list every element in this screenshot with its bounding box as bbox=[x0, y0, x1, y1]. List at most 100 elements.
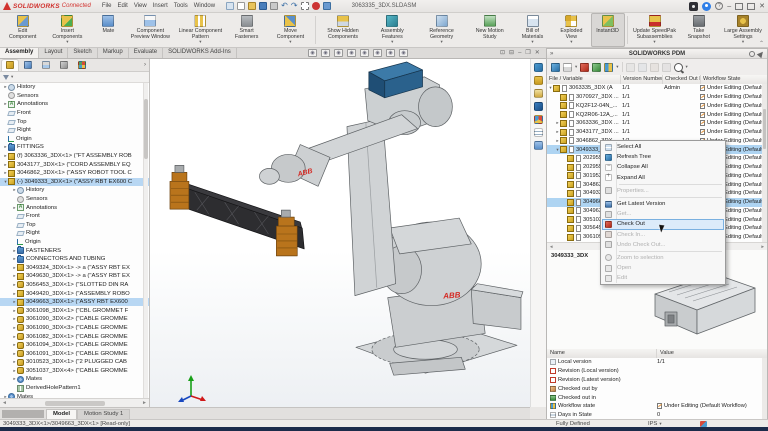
tab-assembly[interactable]: Assembly bbox=[0, 48, 39, 58]
tree-item-annotations[interactable]: ▸AAnnotations bbox=[0, 203, 149, 212]
tree-item-3046862-3dx-1-assy-ro[interactable]: ▸3046862_3DX<1> ("ASSY ROBOT TOOL C bbox=[0, 169, 149, 178]
units-selector[interactable]: IPS ▾ bbox=[648, 421, 662, 427]
menu-insert[interactable]: Insert bbox=[153, 3, 168, 9]
checkin-icon[interactable] bbox=[592, 63, 601, 72]
dropdown-caret-icon[interactable]: ▾ bbox=[686, 64, 688, 70]
dropdown-caret-icon[interactable]: ▾ bbox=[616, 64, 618, 70]
tree-item-3049663-3dx-1-assy-rb[interactable]: ▸3049663_3DX<1> ("ASSY RBT EX600 bbox=[0, 298, 149, 307]
tree-item-fasteners[interactable]: ▸FASTENERS bbox=[0, 246, 149, 255]
menu-item-select-all[interactable]: Select All bbox=[602, 142, 724, 152]
ribbon-button-linear-component-pattern[interactable]: Linear Component Pattern▾ bbox=[175, 13, 225, 47]
doc-maximize-icon[interactable]: ❒ bbox=[525, 49, 530, 58]
tree-item-mates[interactable]: ▸Mates bbox=[0, 375, 149, 384]
zoom-area-icon[interactable]: ◉ bbox=[321, 49, 330, 57]
doc-minimize-icon[interactable]: – bbox=[518, 49, 521, 58]
tree-item-origin[interactable]: Origin bbox=[0, 135, 149, 144]
property-row-local-version[interactable]: Local version1/1 bbox=[547, 358, 762, 367]
pdm-scroll-left-icon[interactable]: ◄ bbox=[549, 244, 553, 249]
tree-horizontal-scrollbar[interactable]: ◄ ► bbox=[0, 398, 149, 407]
menu-window[interactable]: Window bbox=[194, 3, 215, 9]
ribbon-button-move-component[interactable]: Move Component▾ bbox=[268, 13, 313, 47]
tree-item-3049420-3dx-1-assembl[interactable]: ▸3049420_3DX<1> ("ASSEMBLY ROBO bbox=[0, 289, 149, 298]
panel-tab-displaymanager[interactable] bbox=[74, 60, 90, 71]
copy-icon[interactable] bbox=[563, 63, 572, 72]
panel-options-icon[interactable] bbox=[749, 51, 755, 57]
record-icon[interactable] bbox=[312, 2, 320, 10]
checkout-icon[interactable] bbox=[580, 63, 589, 72]
view-orientation-icon[interactable]: ◉ bbox=[347, 49, 356, 57]
tab-solidworks-add-ins[interactable]: SOLIDWORKS Add-Ins bbox=[163, 48, 237, 58]
tab-layout[interactable]: Layout bbox=[39, 48, 68, 58]
appearance-icon[interactable]: ◉ bbox=[386, 49, 395, 57]
hscroll-thumb[interactable] bbox=[45, 401, 105, 406]
tree-item-top[interactable]: Top bbox=[0, 221, 149, 230]
redo-icon[interactable]: ↷ bbox=[291, 2, 298, 10]
properties-icon[interactable] bbox=[534, 128, 543, 137]
tree-item-connectors-and-tubing[interactable]: ▸CONNECTORS AND TUBING bbox=[0, 255, 149, 264]
tree-scroll-thumb[interactable] bbox=[144, 99, 148, 159]
tree-item-sensors[interactable]: Sensors bbox=[0, 92, 149, 101]
panel-expand-icon[interactable]: » bbox=[550, 51, 553, 57]
tree-item-3010523-3dx-1-2-plugg[interactable]: ▸3010523_3DX<1> ("2 PLUGGED CAB bbox=[0, 358, 149, 367]
select-icon[interactable] bbox=[301, 2, 309, 10]
variables-scrollbar[interactable] bbox=[762, 358, 767, 419]
state-icon[interactable] bbox=[604, 63, 613, 72]
doc-close-icon[interactable]: ✕ bbox=[535, 49, 540, 58]
pdm-row-3043177-3dx[interactable]: ▸3043177_3DX ...1/1Under Editing (Defaul… bbox=[547, 128, 762, 137]
column-header-workflow-state[interactable]: Workflow State bbox=[701, 75, 767, 84]
tree-item-3061091-3dx-1-cable-g[interactable]: ▸3061091_3DX<1> ("CABLE GROMME bbox=[0, 349, 149, 358]
tree-item-3061090-3dx-3-cable-g[interactable]: ▸3061090_3DX<3> ("CABLE GROMME bbox=[0, 324, 149, 333]
tree-item-right[interactable]: Right bbox=[0, 126, 149, 135]
avatar[interactable] bbox=[702, 2, 711, 11]
new-document-icon[interactable] bbox=[237, 2, 245, 10]
tree-item-f-3063336-3dx-1-ft[interactable]: ▸(f) 3063336_3DX<1> ("FT ASSEMBLY ROB bbox=[0, 152, 149, 161]
pdm-row-kq2f12-04n[interactable]: KQ2F12-04N_...1/1Under Editing (Default … bbox=[547, 102, 762, 111]
ribbon-button-bill-of-materials[interactable]: Bill of Materials▾ bbox=[513, 13, 552, 47]
model-tab-motion-study-1[interactable]: Motion Study 1 bbox=[77, 409, 130, 419]
model-tab-model[interactable]: Model bbox=[46, 409, 77, 419]
tree-item-derivedholepattern1[interactable]: DerivedHolePattern1 bbox=[0, 384, 149, 393]
panel-tab-configurationmanager[interactable] bbox=[38, 60, 54, 71]
resources-icon[interactable] bbox=[534, 63, 543, 72]
doc-cascade-icon[interactable]: ⊟ bbox=[509, 49, 514, 58]
menu-item-expand-all[interactable]: Expand All bbox=[602, 173, 724, 183]
minimize-button[interactable]: – bbox=[727, 2, 731, 11]
pane-icon[interactable] bbox=[323, 2, 331, 10]
ribbon-button-edit-component[interactable]: Edit Component bbox=[2, 13, 43, 47]
tree-item-origin[interactable]: Origin bbox=[0, 238, 149, 247]
display-style-icon[interactable]: ◉ bbox=[360, 49, 369, 57]
pdm-row-3063335-3dx-a[interactable]: ▾3063335_3DX (A1/1AdminUnder Editing (De… bbox=[547, 84, 762, 93]
open-icon[interactable] bbox=[248, 2, 256, 10]
hide-items-icon[interactable]: ◉ bbox=[373, 49, 382, 57]
library-icon[interactable] bbox=[534, 76, 543, 85]
ribbon-collapse-icon[interactable]: ⌃ bbox=[759, 40, 764, 47]
scroll-right-icon[interactable]: ► bbox=[142, 400, 147, 406]
print-icon[interactable] bbox=[270, 2, 278, 10]
tab-evaluate[interactable]: Evaluate bbox=[129, 48, 163, 58]
windows-button[interactable] bbox=[747, 3, 755, 10]
pdm-vertical-scrollbar[interactable] bbox=[762, 84, 767, 242]
property-row-checked-out-in[interactable]: Checked out in bbox=[547, 393, 762, 402]
doc-restore-icon[interactable]: ⊡ bbox=[500, 49, 505, 58]
pin-icon[interactable] bbox=[757, 49, 765, 57]
pdm-scroll-thumb[interactable] bbox=[763, 109, 766, 149]
search-icon[interactable] bbox=[674, 63, 683, 72]
ribbon-button-reference-geometry[interactable]: Reference Geometry▾ bbox=[417, 13, 467, 47]
tree-item-3061090-3dx-2-cable-g[interactable]: ▸3061090_3DX<2> ("CABLE GROMME bbox=[0, 315, 149, 324]
pdm-row-3063336-3dx[interactable]: ▸3063336_3DX ...1/1Under Editing (Defaul… bbox=[547, 119, 762, 128]
property-row-workflow-state[interactable]: Workflow stateUnder Editing (Default Wor… bbox=[547, 402, 762, 411]
tree-item-3049333-3dx-1-ass[interactable]: ▾(-) 3049333_3DX<1> ("ASSY RBT EX600 C bbox=[0, 178, 149, 187]
panel-tab-dimxpertmanager[interactable] bbox=[56, 60, 72, 71]
tab-markup[interactable]: Markup bbox=[98, 48, 129, 58]
tree-item-3043177-3dx-1-cord-as[interactable]: ▸3043177_3DX<1> ("CORD ASSEMBLY EQ bbox=[0, 160, 149, 169]
property-row-checked-out-by[interactable]: Checked out by bbox=[547, 384, 762, 393]
tree-item-history[interactable]: ▸History bbox=[0, 83, 149, 92]
restore-button[interactable] bbox=[735, 3, 743, 10]
pdm-row-3070927-3dx[interactable]: 3070927_3DX ...1/1Under Editing (Default… bbox=[547, 93, 762, 102]
ribbon-button-smart-fasteners[interactable]: Smart Fasteners bbox=[225, 13, 268, 47]
property-row-revision-local-version[interactable]: Revision (Local version) bbox=[547, 367, 762, 376]
tree-item-front[interactable]: Front bbox=[0, 212, 149, 221]
menu-file[interactable]: File bbox=[102, 3, 112, 9]
ribbon-button-new-motion-study[interactable]: New Motion Study bbox=[467, 13, 513, 47]
ribbon-button-mate[interactable]: Mate bbox=[91, 13, 125, 47]
